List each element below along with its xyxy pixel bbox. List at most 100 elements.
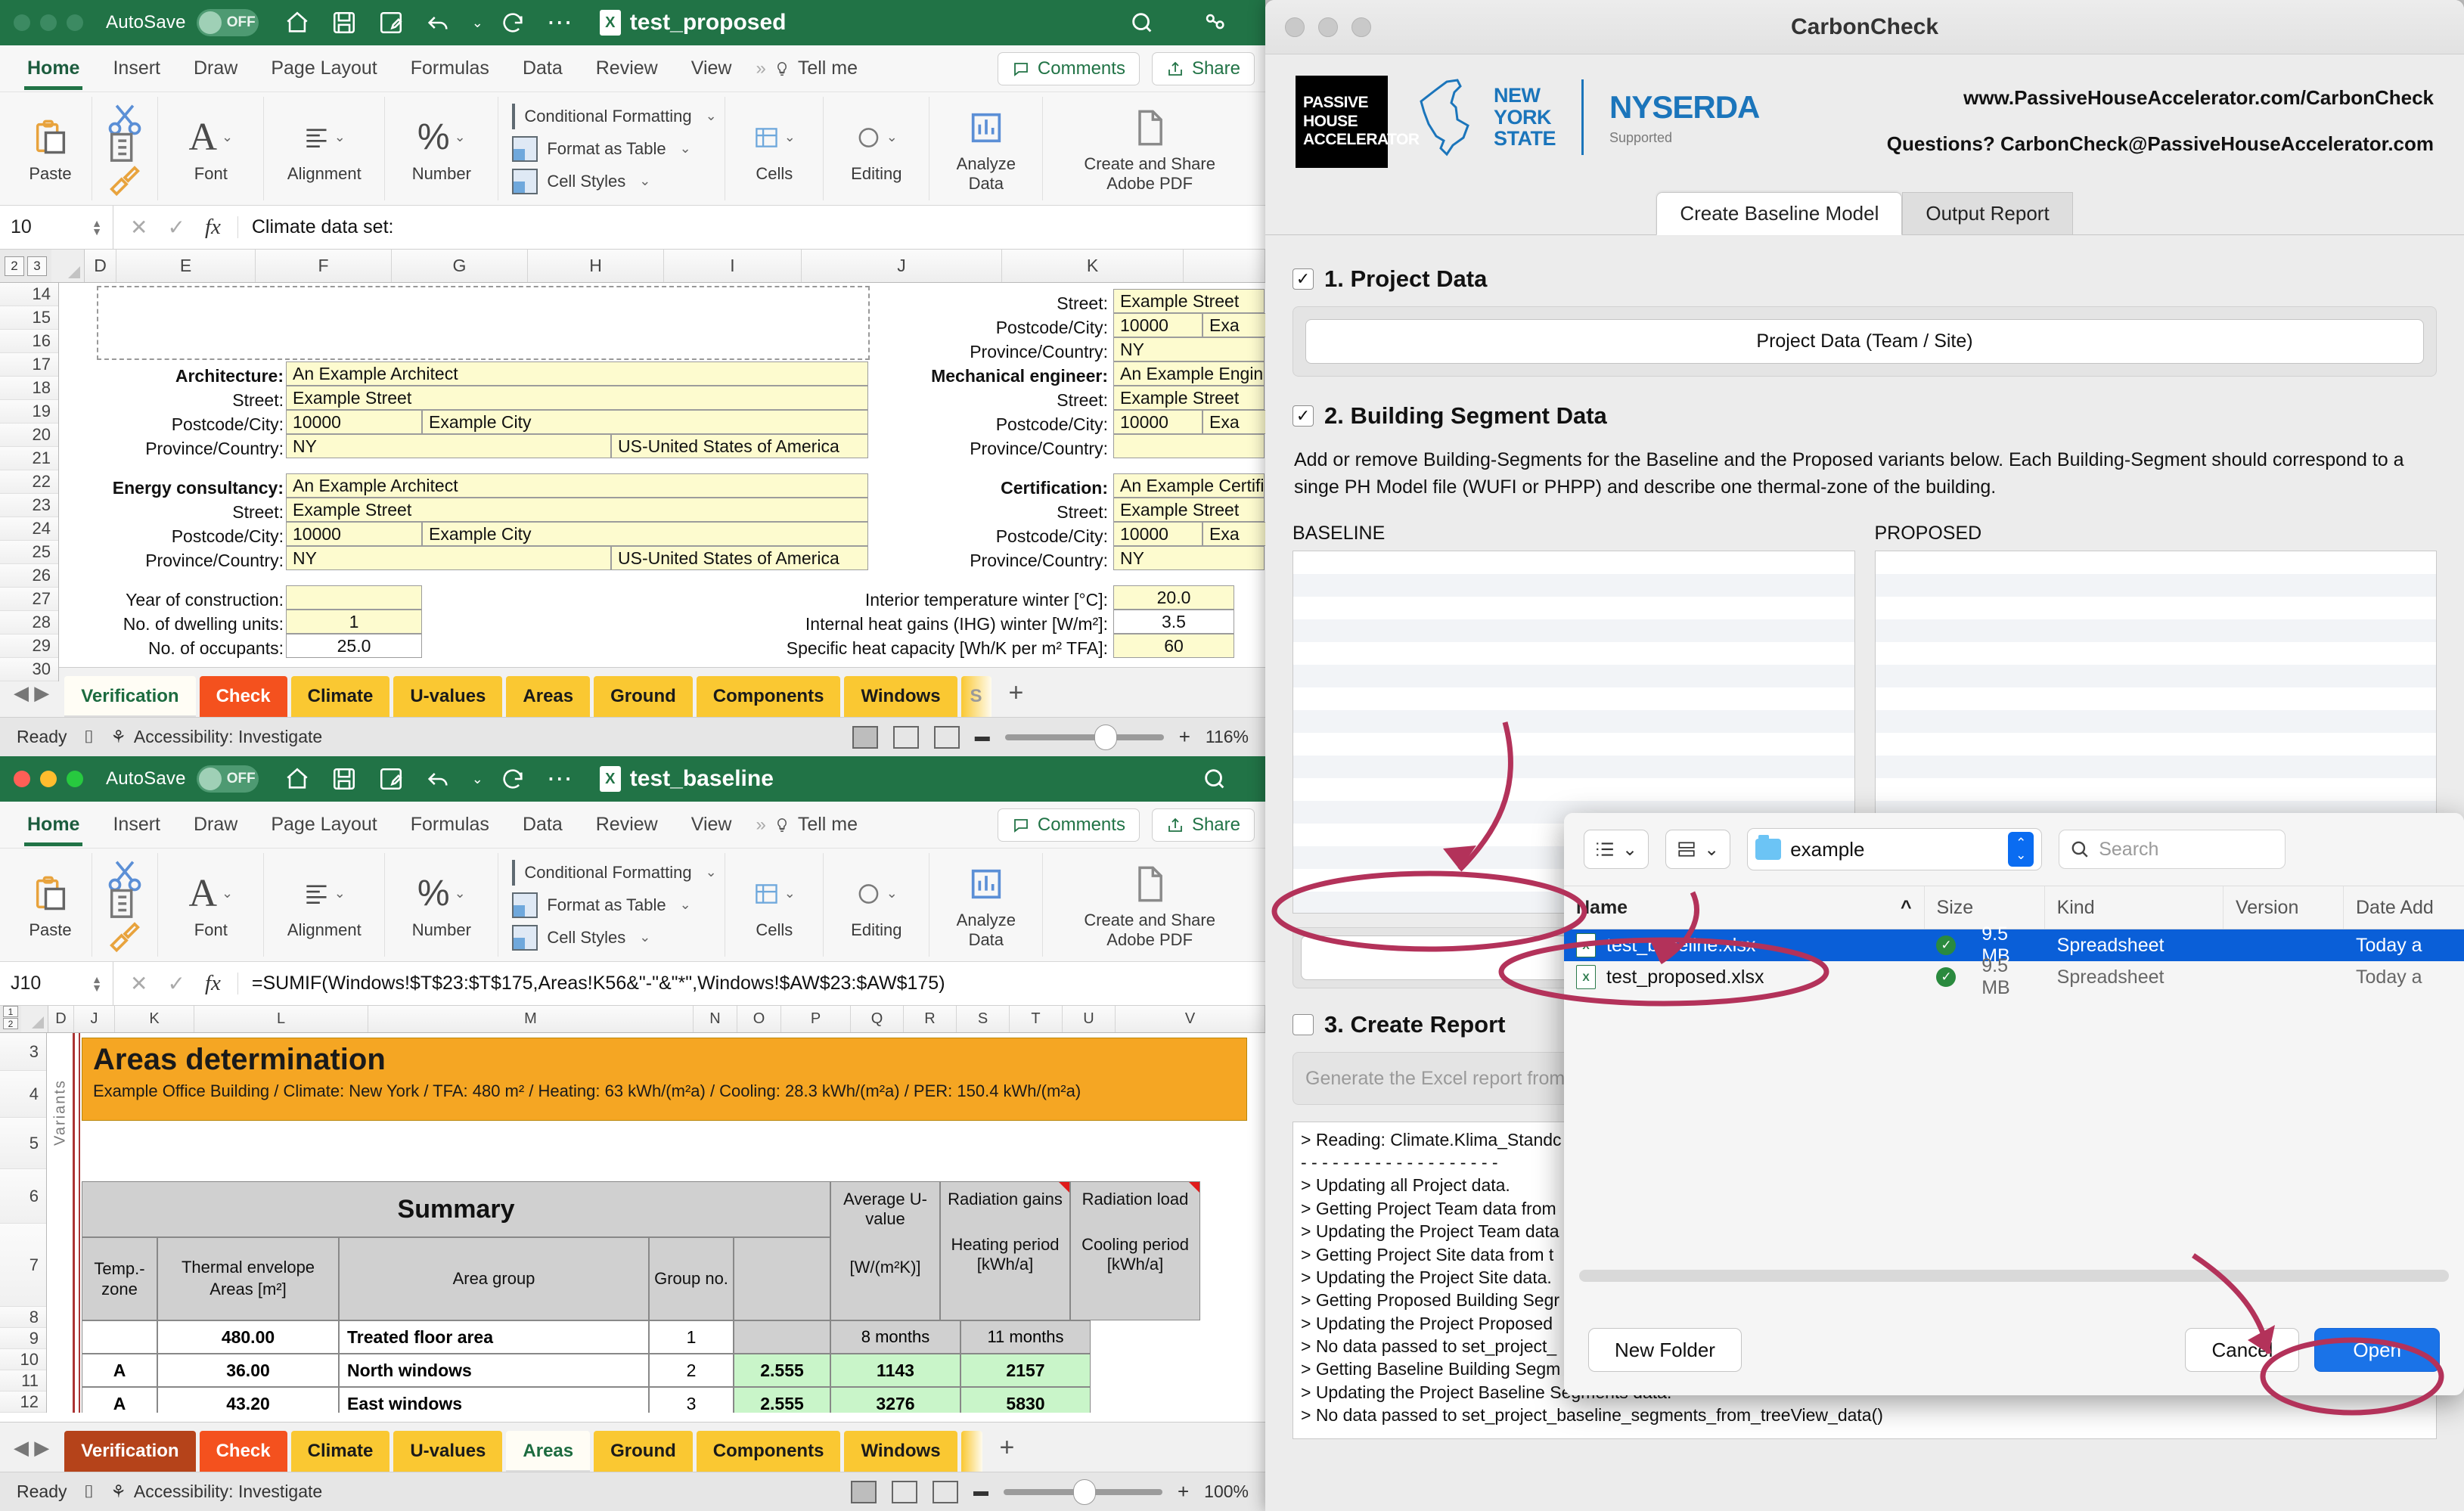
ribbon-group-analyze-data[interactable]: Analyze Data [929,97,1044,200]
sheet-tab-areas[interactable]: Areas [506,676,591,717]
column-header-u[interactable]: U [1063,1006,1116,1032]
sheet-tab-uvalues[interactable]: U-values [393,1431,503,1472]
cancel-edit-icon[interactable]: ✕ [130,971,147,996]
name-box-spinner-icon[interactable]: ▲ ▼ [92,974,102,993]
row-number[interactable]: 7 [0,1224,46,1307]
undo-dropdown-icon[interactable]: ⌄ [472,771,483,787]
alignment-icon[interactable]: ⌄ [303,114,346,161]
ribbon-tab-view[interactable]: View [675,809,749,840]
cancel-button[interactable]: Cancel [2185,1328,2300,1372]
energy-postcode-value[interactable]: 10000 [286,522,422,546]
zoom-in-icon[interactable]: + [1178,1480,1189,1503]
website-link[interactable]: www.PassiveHouseAccelerator.com/CarbonCh… [1887,86,2434,110]
column-header-d[interactable]: D [85,250,116,282]
search-input[interactable]: Search [2059,830,2286,869]
format-painter-icon[interactable] [104,920,146,952]
sheet-tab-uvalues[interactable]: U-values [393,676,503,717]
cell-group[interactable]: North windows [339,1354,649,1387]
ribbon-group-paste[interactable]: Paste [9,97,92,200]
zoom-slider[interactable] [1003,1478,1162,1505]
cancel-edit-icon[interactable]: ✕ [130,215,147,240]
normal-view-icon[interactable] [852,725,878,749]
column-header-kind[interactable]: Kind [2045,886,2223,929]
column-header-n[interactable]: N [694,1006,737,1032]
maximize-window-button[interactable] [67,771,83,787]
cell-load[interactable]: 5830 [960,1387,1091,1413]
paste-icon[interactable] [29,114,72,161]
cell-u[interactable] [734,1320,830,1354]
formula-bar-proposed[interactable]: 10 ▲ ▼ ✕ ✓ fx Climate data set: [0,206,1265,250]
cell-styles-button[interactable]: Cell Styles ⌄ [512,924,711,951]
certification-province-value[interactable]: NY [1113,546,1265,570]
ribbon-tab-formulas[interactable]: Formulas [394,809,506,840]
cell-group[interactable]: Treated floor area [339,1320,649,1354]
row-number[interactable]: 5 [0,1118,46,1169]
architecture-value[interactable]: An Example Architect [286,361,868,386]
zoom-level-label[interactable]: 100% [1204,1482,1249,1502]
cell-heating-months[interactable]: 8 months [830,1320,960,1354]
sheet-tab-windows[interactable]: Windows [844,1431,957,1472]
section-1-checkbox[interactable]: ✓ [1293,268,1314,290]
share-button[interactable]: Share [1151,808,1255,842]
row-number[interactable]: 29 [0,634,58,658]
row-number[interactable]: 30 [0,658,58,681]
zoom-in-icon[interactable]: + [1179,725,1190,749]
ribbon-tab-review[interactable]: Review [579,53,675,84]
ribbon-group-alignment[interactable]: ⌄ Alignment [264,853,386,957]
column-header-s[interactable]: S [957,1006,1010,1032]
sheet-tab-partial[interactable]: S [960,676,991,717]
section-2-checkbox[interactable]: ✓ [1293,405,1314,427]
normal-view-icon[interactable] [850,1480,877,1503]
cell-group[interactable]: East windows [339,1387,649,1413]
icon-view-icon[interactable]: ⌄ [1665,830,1731,869]
select-all-corner[interactable] [21,1006,48,1032]
close-window-button[interactable] [14,14,30,31]
row-number[interactable]: 16 [0,330,58,353]
outline-button-3[interactable]: 3 [27,256,47,276]
occupants-value[interactable]: 25.0 [286,634,422,658]
sheet-tab-areas[interactable]: Areas [506,1431,591,1472]
client-postcode-value[interactable]: 10000 [1113,313,1203,337]
open-button[interactable]: Open [2314,1328,2440,1372]
email-link[interactable]: Questions? CarbonCheck@PassiveHouseAccel… [1887,132,2434,156]
section-2-header[interactable]: ✓ 2. Building Segment Data [1293,402,2437,430]
sheet-tab-climate[interactable]: Climate [290,1431,390,1472]
year-of-construction-value[interactable] [286,585,422,610]
cell-gain[interactable]: 3276 [830,1387,960,1413]
autosave-toggle[interactable]: OFF [196,765,259,793]
outline-button-2[interactable]: 2 [5,256,24,276]
sheet-tab-check[interactable]: Check [199,676,287,717]
document-title[interactable]: test_proposed [599,10,787,36]
ribbon-tab-insert[interactable]: Insert [96,809,177,840]
column-header-o[interactable]: O [737,1006,781,1032]
specific-heat-capacity-value[interactable]: 60 [1113,634,1234,658]
mechanical-street-value[interactable]: Example Street [1113,386,1265,410]
row-number[interactable]: 25 [0,541,58,564]
cell-zone[interactable]: A [82,1354,157,1387]
sheet-tab-verification[interactable]: Verification [64,676,196,717]
record-macro-icon[interactable]: ⌷ [83,1482,94,1502]
energy-province-value[interactable]: NY [286,546,611,570]
page-break-view-icon[interactable] [933,725,960,749]
save-icon[interactable] [327,762,362,796]
row-number[interactable]: 22 [0,470,58,494]
ribbon-group-analyze-data[interactable]: Analyze Data [929,853,1044,957]
ribbon-group-editing[interactable]: ⌄ Editing [824,97,930,200]
undo-dropdown-icon[interactable]: ⌄ [472,15,483,31]
conditional-formatting-button[interactable]: Conditional Formatting ⌄ [512,859,717,886]
ribbon-tab-view[interactable]: View [675,53,749,84]
mechanical-province-value[interactable] [1113,434,1265,458]
client-province-value[interactable]: NY [1113,337,1265,361]
column-header-r[interactable]: R [904,1006,957,1032]
file-dialog-toolbar[interactable]: ⌄ ⌄ example ⌃ ⌄ Search [1564,813,2464,886]
window-controls[interactable] [14,771,83,787]
cell-no[interactable]: 3 [649,1387,734,1413]
architecture-city-value[interactable]: Example City [422,410,868,434]
cell-u[interactable]: 2.555 [734,1387,830,1413]
certification-value[interactable]: An Example Certifi [1113,473,1265,498]
zoom-slider-knob[interactable] [1094,724,1117,750]
save-as-icon[interactable] [374,762,408,796]
adobe-pdf-icon[interactable] [1128,861,1171,908]
outline-level-buttons[interactable]: 2 3 [0,250,51,282]
column-header-v[interactable]: V [1116,1006,1265,1032]
